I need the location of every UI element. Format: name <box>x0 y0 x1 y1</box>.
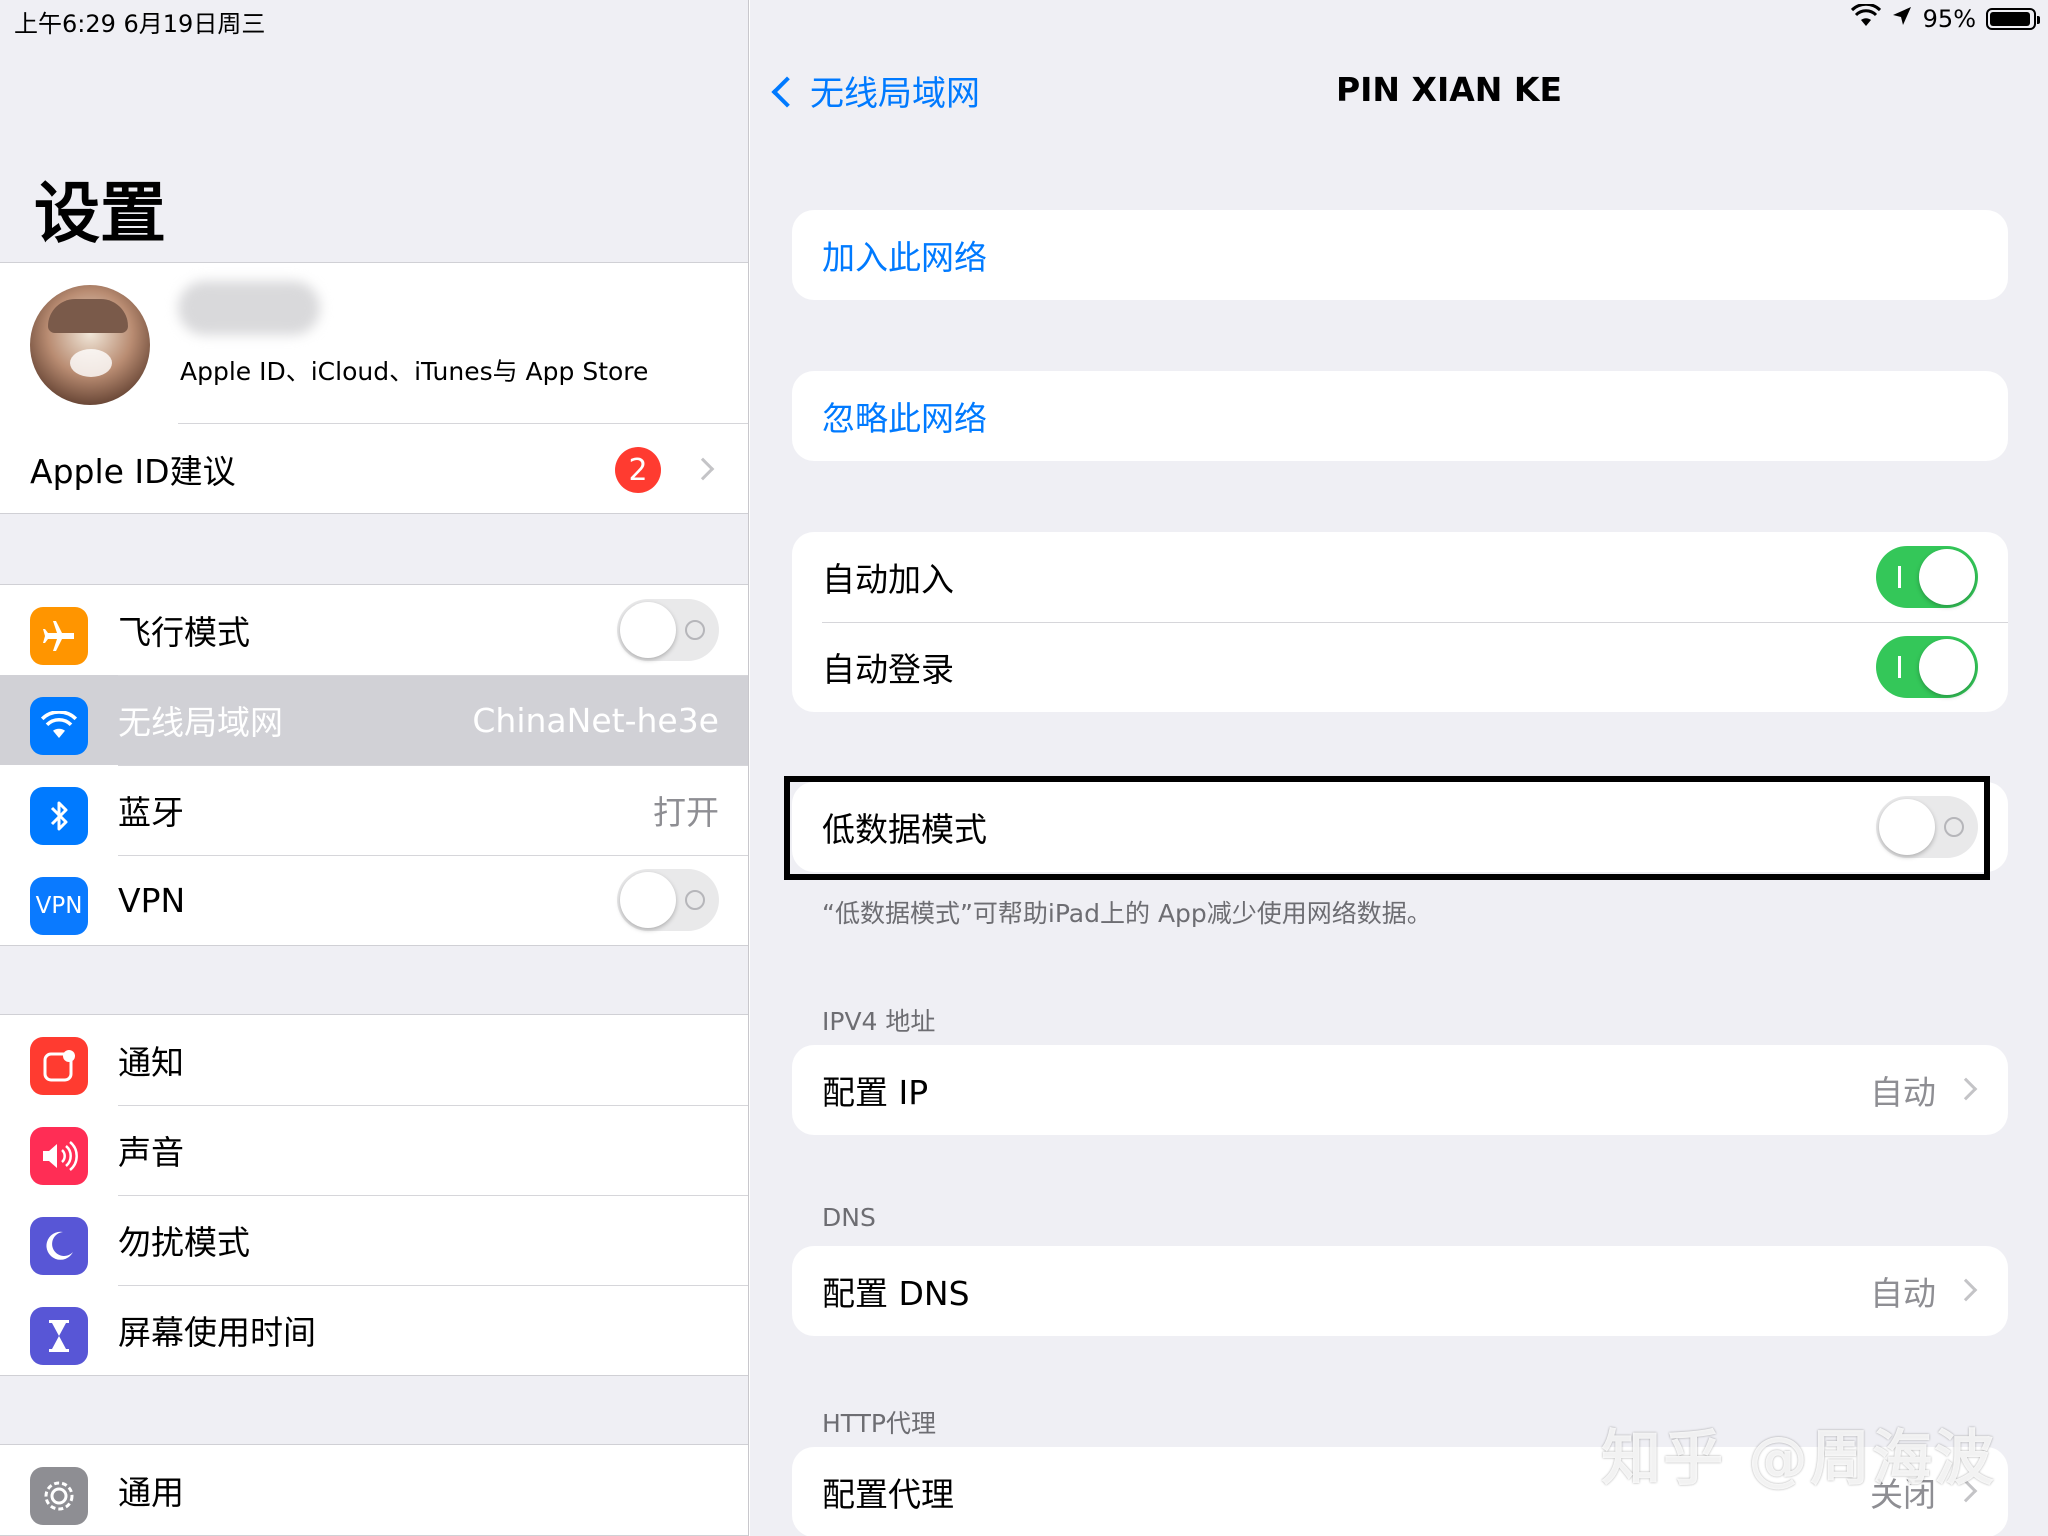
network-settings-group: 飞行模式 无线局域网 ChinaNet-he3e 蓝牙 打开 VPN VPN <box>0 584 748 946</box>
dns-section-header: DNS <box>822 1203 876 1232</box>
settings-sidebar: 设置 Apple ID建议 2 Apple ID、iCloud、iTunes与 … <box>0 0 749 1536</box>
forget-network-button[interactable]: 忽略此网络 <box>792 371 2008 461</box>
sidebar-item-label: 通用 <box>118 1473 184 1512</box>
ipv4-group: 配置 IP 自动 <box>792 1045 2008 1135</box>
sidebar-item-airplane-mode[interactable]: 飞行模式 <box>0 585 748 675</box>
join-network-button[interactable]: 加入此网络 <box>792 210 2008 300</box>
sidebar-item-notifications[interactable]: 通知 <box>0 1015 748 1105</box>
notification-badge: 2 <box>615 447 661 493</box>
ipv4-section-header: IPV4 地址 <box>822 1007 936 1036</box>
notification-settings-group: 通知 声音 勿扰模式 屏幕使用时间 <box>0 1014 748 1376</box>
bluetooth-icon <box>30 787 88 845</box>
configure-proxy-label: 配置代理 <box>822 1475 954 1514</box>
forget-network-group: 忽略此网络 <box>792 371 2008 461</box>
configure-ip-label: 配置 IP <box>822 1073 929 1112</box>
auto-login-label: 自动登录 <box>822 650 954 689</box>
sidebar-item-general[interactable]: 通用 <box>0 1445 748 1535</box>
profile-name-blurred <box>178 281 320 335</box>
status-indicators: 95% <box>1850 2 2040 34</box>
auto-settings-group: 自动加入 自动登录 <box>792 532 2008 712</box>
battery-icon <box>1986 8 2040 30</box>
configure-ip-value: 自动 <box>1870 1073 1936 1112</box>
chevron-right-icon <box>1954 1077 1978 1101</box>
http-proxy-section-header: HTTP代理 <box>822 1409 936 1438</box>
configure-dns-value: 自动 <box>1870 1274 1936 1313</box>
low-data-mode-footer: “低数据模式”可帮助iPad上的 App减少使用网络数据。 <box>822 899 1432 928</box>
sidebar-item-vpn[interactable]: VPN VPN <box>0 855 748 945</box>
auto-join-label: 自动加入 <box>822 560 954 599</box>
airplane-icon <box>30 607 88 665</box>
wifi-network-value: ChinaNet-he3e <box>472 700 719 740</box>
auto-join-row: 自动加入 <box>792 532 2008 622</box>
sidebar-item-label: 飞行模式 <box>118 613 250 652</box>
vpn-toggle[interactable] <box>617 869 719 931</box>
airplane-mode-toggle[interactable] <box>617 599 719 661</box>
apple-id-suggestions-label: Apple ID建议 <box>30 452 236 491</box>
auto-login-toggle[interactable] <box>1876 636 1978 698</box>
bluetooth-value: 打开 <box>653 793 719 832</box>
profile-subtitle: Apple ID、iCloud、iTunes与 App Store <box>180 357 649 386</box>
status-time-date: 上午6:29 6月19日周三 <box>14 10 266 38</box>
join-network-group: 加入此网络 <box>792 210 2008 300</box>
sidebar-item-wifi[interactable]: 无线局域网 ChinaNet-he3e <box>0 675 748 765</box>
sidebar-item-label: 勿扰模式 <box>118 1223 250 1262</box>
vpn-icon: VPN <box>30 877 88 935</box>
wifi-network-detail: 无线局域网 PIN XIAN KE 加入此网络 忽略此网络 自动加入 自动登录 … <box>750 0 2048 1536</box>
sidebar-item-label: 声音 <box>118 1133 184 1172</box>
configure-dns-row[interactable]: 配置 DNS 自动 <box>792 1246 2008 1336</box>
dns-group: 配置 DNS 自动 <box>792 1246 2008 1336</box>
chevron-right-icon <box>691 457 715 481</box>
moon-icon <box>30 1217 88 1275</box>
apple-id-suggestions-row[interactable]: Apple ID建议 2 <box>0 423 748 515</box>
sidebar-item-label: 蓝牙 <box>118 793 184 832</box>
highlight-box <box>784 776 1990 880</box>
avatar <box>30 285 150 405</box>
sidebar-item-label: 通知 <box>118 1043 184 1082</box>
general-settings-group: 通用 <box>0 1444 748 1536</box>
sidebar-item-bluetooth[interactable]: 蓝牙 打开 <box>0 765 748 855</box>
sound-icon <box>30 1127 88 1185</box>
page-title: PIN XIAN KE <box>1335 70 1563 109</box>
sidebar-item-label: VPN <box>118 880 186 920</box>
chevron-right-icon <box>1954 1278 1978 1302</box>
hourglass-icon <box>30 1307 88 1365</box>
page-title: 设置 <box>34 175 166 252</box>
battery-percent: 95% <box>1922 5 1976 33</box>
join-network-label: 加入此网络 <box>822 238 987 277</box>
sidebar-item-sounds[interactable]: 声音 <box>0 1105 748 1195</box>
location-icon <box>1891 5 1913 33</box>
wifi-icon <box>1850 2 1881 34</box>
forget-network-label: 忽略此网络 <box>822 399 987 438</box>
sidebar-item-screen-time[interactable]: 屏幕使用时间 <box>0 1285 748 1375</box>
configure-ip-row[interactable]: 配置 IP 自动 <box>792 1045 2008 1135</box>
sidebar-item-do-not-disturb[interactable]: 勿扰模式 <box>0 1195 748 1285</box>
battery-level <box>1990 12 2030 26</box>
status-bar: 上午6:29 6月19日周三 95% <box>0 0 2048 40</box>
wifi-icon <box>30 697 88 755</box>
sidebar-item-label: 无线局域网 <box>118 703 283 742</box>
auto-join-toggle[interactable] <box>1876 546 1978 608</box>
watermark: 知乎 @周海波 <box>1601 1424 1996 1494</box>
apple-id-profile-row[interactable] <box>0 263 748 423</box>
gear-icon <box>30 1467 88 1525</box>
notifications-icon <box>30 1037 88 1095</box>
profile-group: Apple ID建议 2 <box>0 262 748 515</box>
sidebar-item-label: 屏幕使用时间 <box>118 1313 316 1352</box>
configure-dns-label: 配置 DNS <box>822 1274 970 1313</box>
auto-login-row: 自动登录 <box>792 622 2008 712</box>
